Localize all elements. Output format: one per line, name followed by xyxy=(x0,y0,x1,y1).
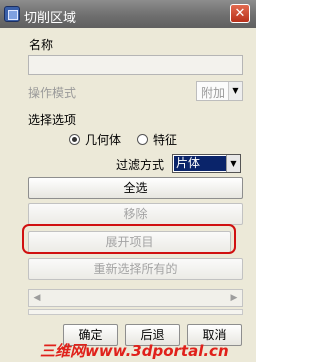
radio-geometry-label[interactable]: 几何体 xyxy=(85,131,121,148)
radio-feature[interactable] xyxy=(137,134,148,145)
close-icon[interactable]: ✕ xyxy=(230,4,250,23)
name-field[interactable] xyxy=(28,55,243,75)
chevron-down-icon: ▼ xyxy=(226,155,240,172)
watermark: 三维网www.3dportal.cn xyxy=(40,342,229,360)
filter-select[interactable]: 片体 ▼ xyxy=(172,154,241,173)
cut-region-dialog: 切削区域 ✕ 名称 操作模式 附加 ▼ 选择选项 几何体 特征 过滤方式 片体 … xyxy=(0,0,256,362)
remove-button[interactable]: 移除 xyxy=(28,203,243,225)
scroll-right-icon[interactable]: ▶ xyxy=(226,290,242,306)
operation-mode-value: 附加 xyxy=(201,86,226,100)
name-label: 名称 xyxy=(29,38,54,52)
chevron-down-icon: ▼ xyxy=(228,82,242,100)
select-all-button[interactable]: 全选 xyxy=(28,177,243,199)
app-icon xyxy=(4,6,20,22)
filter-label: 过滤方式 xyxy=(116,158,165,172)
reselect-all-button[interactable]: 重新选择所有的 xyxy=(28,258,243,280)
highlight-box xyxy=(22,224,236,254)
items-list[interactable] xyxy=(28,309,243,315)
horizontal-scrollbar[interactable]: ◀ ▶ xyxy=(28,289,243,307)
radio-feature-label[interactable]: 特征 xyxy=(153,131,177,148)
scroll-left-icon[interactable]: ◀ xyxy=(29,290,45,306)
filter-value: 片体 xyxy=(174,156,227,171)
title-bar[interactable]: 切削区域 ✕ xyxy=(0,0,256,28)
radio-geometry[interactable] xyxy=(69,134,80,145)
operation-mode-label: 操作模式 xyxy=(28,86,77,100)
select-options-label: 选择选项 xyxy=(28,113,77,127)
window-title: 切削区域 xyxy=(24,11,77,26)
operation-mode-select[interactable]: 附加 ▼ xyxy=(196,81,243,101)
